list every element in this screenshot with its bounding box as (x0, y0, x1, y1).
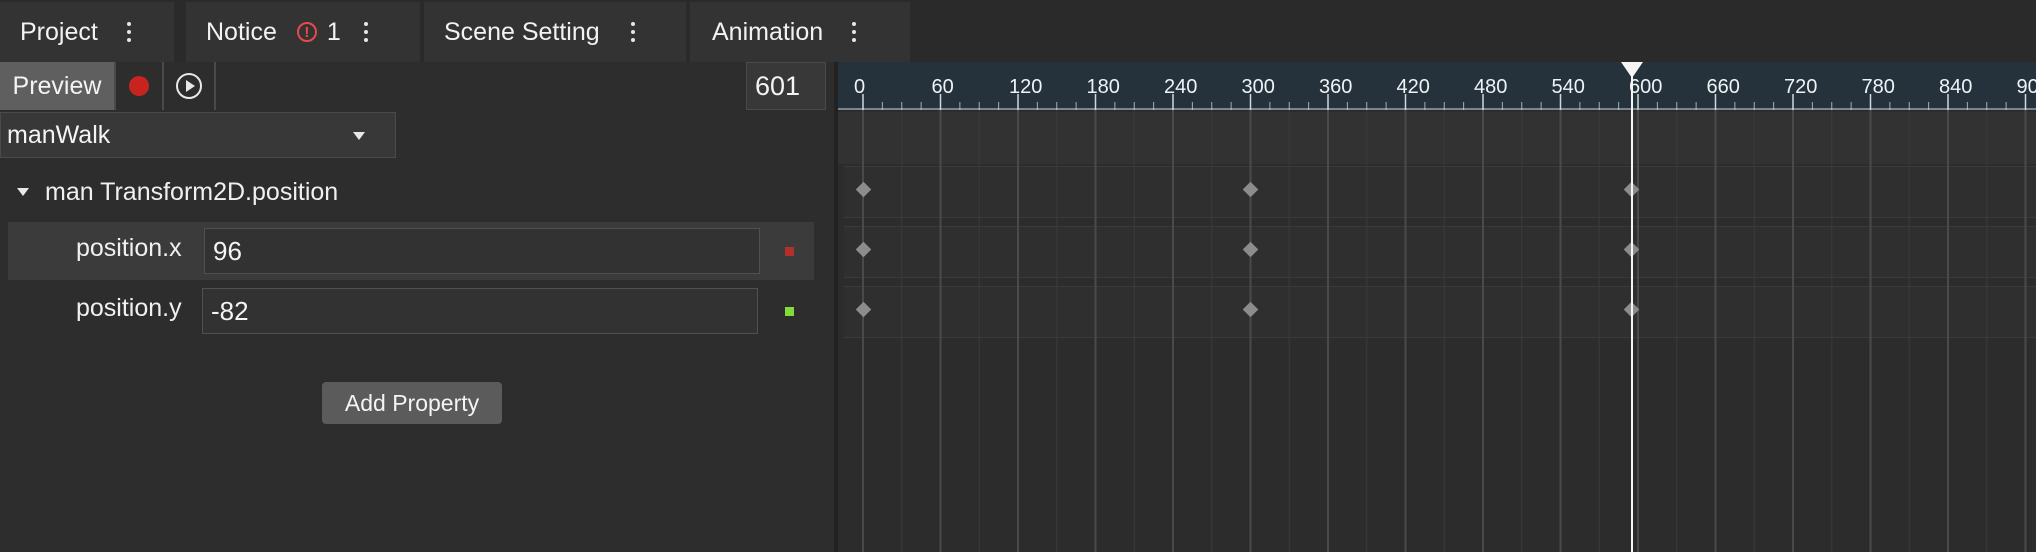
chevron-down-icon (353, 132, 365, 140)
ruler-tick-label: 900 (2016, 76, 2036, 98)
timeline-track-row[interactable] (844, 226, 2036, 278)
property-label: position.y (76, 294, 182, 322)
tab-bar: Project Notice ! 1 Scene Setting Animati… (0, 0, 2036, 62)
divider (214, 62, 216, 110)
property-row-position-y[interactable]: position.y -82 (8, 282, 814, 340)
tab-animation[interactable]: Animation (690, 2, 910, 62)
ruler-tick-label: 660 (1706, 76, 1740, 98)
current-frame-input[interactable]: 601 (746, 62, 826, 110)
animation-properties-panel: Preview 601 manWalk man Transform2D.posi… (0, 62, 834, 552)
animation-clip-select[interactable]: manWalk (0, 112, 396, 158)
playhead[interactable] (1630, 62, 1633, 552)
more-icon[interactable] (851, 22, 857, 42)
play-icon (176, 73, 202, 99)
ruler-tick-label: 60 (931, 76, 954, 98)
timeline-track-row[interactable] (844, 166, 2036, 218)
property-color-swatch (785, 307, 794, 316)
ruler-tick-label: 420 (1396, 76, 1430, 98)
ruler-tick-label: 180 (1086, 76, 1120, 98)
ruler-tick-label: 540 (1551, 76, 1585, 98)
property-value-input[interactable]: -82 (202, 288, 758, 334)
clip-select-value: manWalk (7, 120, 111, 149)
record-button[interactable] (116, 62, 162, 110)
property-row-position-x[interactable]: position.x 96 (8, 222, 814, 280)
alert-icon: ! (296, 22, 317, 42)
preview-button[interactable]: Preview (0, 62, 114, 110)
ruler-tick-label: 840 (1939, 76, 1973, 98)
tab-label: Animation (712, 17, 824, 46)
ruler-tick-label: 300 (1241, 76, 1275, 98)
collapse-arrow-icon[interactable] (17, 188, 29, 196)
notice-count-badge: 1 (326, 17, 341, 46)
record-icon (129, 76, 149, 96)
property-color-swatch (785, 247, 794, 256)
timeline-panel[interactable]: 0 60 120 180 240 300 360 420 480 540 600 660 720 780 8… (838, 62, 2036, 552)
property-label: position.x (76, 234, 182, 262)
more-icon[interactable] (126, 22, 132, 42)
ruler-tick-label: 0 (854, 76, 866, 98)
track-group-header[interactable]: man Transform2D.position (0, 168, 834, 216)
tab-label: Notice (206, 17, 277, 46)
tab-scene-setting[interactable]: Scene Setting (424, 2, 686, 62)
playhead-handle[interactable] (1620, 62, 1643, 78)
animation-toolbar: Preview 601 (0, 62, 834, 110)
play-button[interactable] (164, 62, 214, 110)
ruler-tick-label: 600 (1629, 76, 1663, 98)
tab-label: Scene Setting (444, 17, 600, 46)
tab-project[interactable]: Project (0, 2, 174, 62)
ruler-tick-label: 720 (1784, 76, 1818, 98)
ruler-tick-label: 240 (1164, 76, 1198, 98)
ruler-tick-label: 360 (1319, 76, 1353, 98)
tab-notice[interactable]: Notice ! 1 (186, 2, 420, 62)
timeline-summary-row (838, 112, 2036, 164)
timeline-ruler[interactable]: 0 60 120 180 240 300 360 420 480 540 600 660 720 780 8… (838, 62, 2036, 110)
property-value-input[interactable]: 96 (204, 228, 760, 274)
more-icon[interactable] (630, 22, 636, 42)
add-property-button[interactable]: Add Property (322, 382, 502, 424)
timeline-track-row[interactable] (844, 286, 2036, 338)
tab-label: Project (20, 17, 98, 46)
ruler-tick-label: 120 (1009, 76, 1043, 98)
ruler-tick-label: 780 (1861, 76, 1895, 98)
more-icon[interactable] (363, 22, 369, 42)
ruler-tick-label: 480 (1474, 76, 1508, 98)
track-group-title: man Transform2D.position (45, 177, 339, 206)
